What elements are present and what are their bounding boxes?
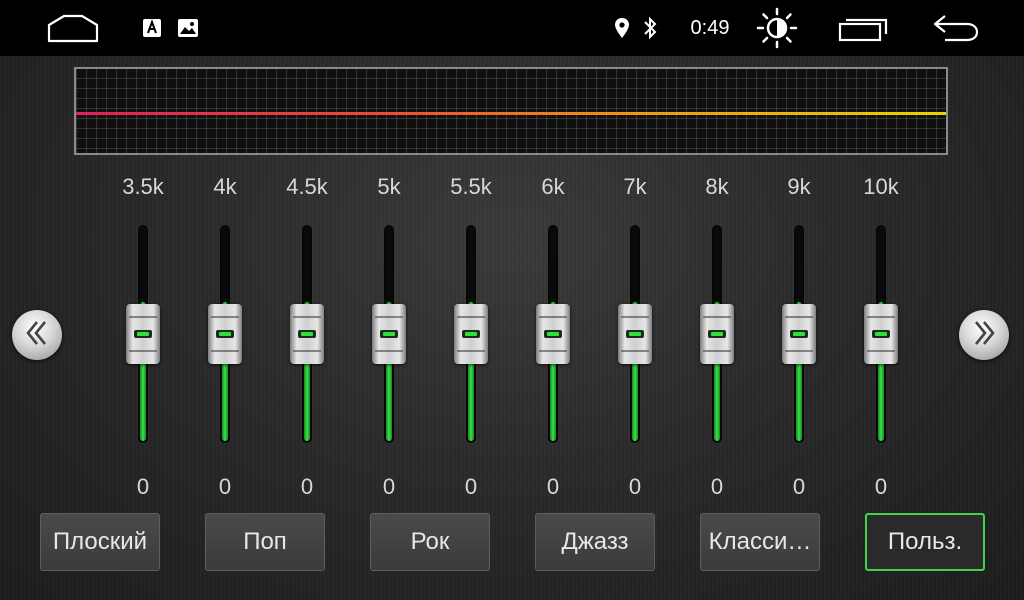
next-bands-button[interactable] — [959, 310, 1009, 360]
band-frequency-label: 5k — [377, 174, 401, 199]
prev-bands-button[interactable] — [12, 310, 62, 360]
band-gain-value: 0 — [792, 474, 806, 499]
band-gain-value: 0 — [874, 474, 888, 499]
band-frequency-label: 3.5k — [122, 174, 164, 199]
band-slider-knob[interactable] — [618, 304, 652, 364]
eq-band: 5k 0 — [349, 170, 429, 510]
brightness-icon[interactable] — [752, 0, 802, 56]
recent-apps-icon[interactable] — [834, 0, 894, 56]
band-frequency-label: 8k — [705, 174, 729, 199]
location-icon — [610, 0, 634, 56]
status-bar: 0:49 — [0, 0, 1024, 56]
band-slider-knob[interactable] — [208, 304, 242, 364]
double-chevron-right-icon — [969, 318, 999, 353]
bluetooth-icon — [638, 0, 662, 56]
equalizer-screen: 0:49 3.5k 0 4k 0 4.5k 0 5k 0 5.5k 0 6k 0… — [0, 0, 1024, 600]
band-slider-knob[interactable] — [700, 304, 734, 364]
eq-band: 6k 0 — [513, 170, 593, 510]
band-gain-value: 0 — [546, 474, 560, 499]
band-gain-value: 0 — [628, 474, 642, 499]
band-frequency-label: 4k — [213, 174, 237, 199]
eq-band: 3.5k 0 — [103, 170, 183, 510]
band-frequency-label: 7k — [623, 174, 647, 199]
app-a-icon — [140, 0, 164, 56]
preset-button[interactable]: Джазз — [535, 513, 655, 571]
preset-button[interactable]: Плоский — [40, 513, 160, 571]
gallery-icon — [176, 0, 200, 56]
band-slider-knob[interactable] — [536, 304, 570, 364]
band-slider-knob[interactable] — [290, 304, 324, 364]
band-frequency-label: 4.5k — [286, 174, 328, 199]
band-gain-value: 0 — [710, 474, 724, 499]
knob-indicator — [216, 330, 234, 338]
band-slider-knob[interactable] — [126, 304, 160, 364]
eq-band: 10k 0 — [841, 170, 921, 510]
band-frequency-label: 9k — [787, 174, 811, 199]
knob-indicator — [790, 330, 808, 338]
band-slider-knob[interactable] — [864, 304, 898, 364]
band-frequency-label: 5.5k — [450, 174, 492, 199]
band-slider-knob[interactable] — [782, 304, 816, 364]
knob-indicator — [544, 330, 562, 338]
preset-button[interactable]: Рок — [370, 513, 490, 571]
knob-indicator — [626, 330, 644, 338]
clock-time: 0:49 — [690, 16, 730, 39]
home-icon[interactable] — [40, 0, 106, 56]
band-gain-value: 0 — [218, 474, 232, 499]
eq-band: 8k 0 — [677, 170, 757, 510]
eq-band: 5.5k 0 — [431, 170, 511, 510]
eq-band: 7k 0 — [595, 170, 675, 510]
band-gain-value: 0 — [136, 474, 150, 499]
preset-button[interactable]: Польз. — [865, 513, 985, 571]
knob-indicator — [380, 330, 398, 338]
eq-band: 9k 0 — [759, 170, 839, 510]
band-gain-value: 0 — [464, 474, 478, 499]
band-slider-knob[interactable] — [454, 304, 488, 364]
band-frequency-label: 6k — [541, 174, 565, 199]
knob-indicator — [708, 330, 726, 338]
eq-curve-graph — [74, 67, 948, 155]
knob-indicator — [872, 330, 890, 338]
eq-band: 4k 0 — [185, 170, 265, 510]
double-chevron-left-icon — [22, 318, 52, 353]
preset-button[interactable]: Класси… — [700, 513, 820, 571]
eq-band: 4.5k 0 — [267, 170, 347, 510]
band-slider-knob[interactable] — [372, 304, 406, 364]
preset-button[interactable]: Поп — [205, 513, 325, 571]
knob-indicator — [462, 330, 480, 338]
band-gain-value: 0 — [300, 474, 314, 499]
knob-indicator — [134, 330, 152, 338]
band-gain-value: 0 — [382, 474, 396, 499]
back-icon[interactable] — [928, 0, 984, 56]
eq-curve-line — [76, 112, 946, 115]
knob-indicator — [298, 330, 316, 338]
band-frequency-label: 10k — [863, 174, 899, 199]
